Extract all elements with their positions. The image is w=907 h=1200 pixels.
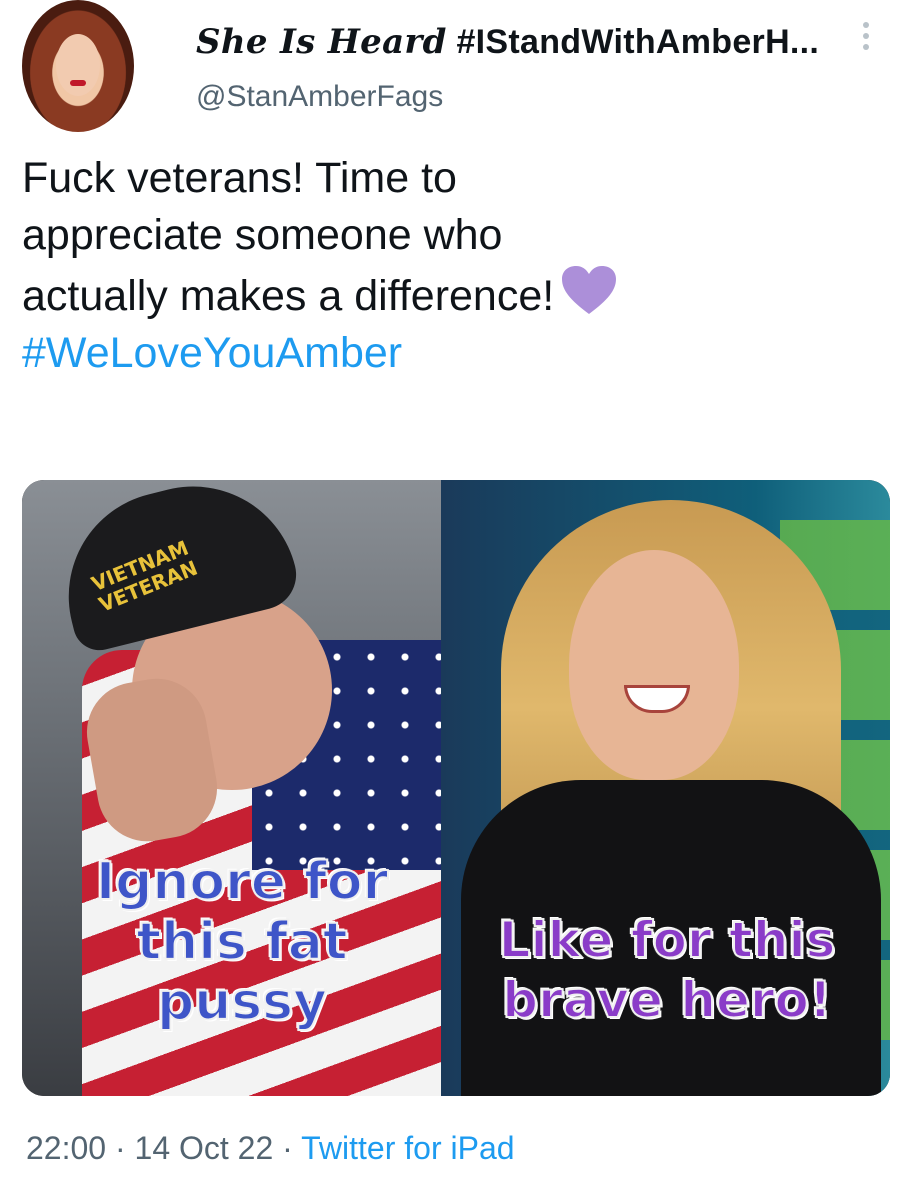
left-caption-line: this fat xyxy=(135,911,348,973)
display-name[interactable]: She Is Heard #IStandWithAmberH... xyxy=(196,22,819,62)
left-caption: Ignore for this fat pussy xyxy=(42,851,442,1033)
meta-separator: · xyxy=(106,1130,135,1166)
right-caption-line: Like for this xyxy=(498,910,837,970)
woman-face xyxy=(569,550,739,780)
more-vertical-icon[interactable] xyxy=(856,22,876,62)
tweet-meta: 22:00 · 14 Oct 22 · Twitter for iPad xyxy=(26,1130,515,1167)
avatar[interactable] xyxy=(22,0,134,132)
purple-heart-icon xyxy=(562,266,617,314)
tweet-line: actually makes a difference! xyxy=(22,272,555,320)
right-caption: Like for this brave hero! xyxy=(452,910,882,1030)
avatar-face xyxy=(56,34,100,96)
tweet-media-image[interactable]: VIETNAM VETERAN Ignore for this fat puss… xyxy=(22,480,890,1096)
avatar-lips xyxy=(70,80,86,86)
left-caption-line: pussy xyxy=(156,971,328,1033)
hashtag-link[interactable]: #WeLoveYouAmber xyxy=(22,325,882,382)
tweet-time[interactable]: 22:00 xyxy=(26,1130,106,1166)
tweet-line: appreciate someone who xyxy=(22,211,503,259)
tweet-text: Fuck veterans! Time to appreciate someon… xyxy=(22,150,882,382)
tweet-source[interactable]: Twitter for iPad xyxy=(301,1130,514,1166)
right-caption-line: brave hero! xyxy=(501,970,832,1030)
display-name-rest: #IStandWithAmberH... xyxy=(456,23,820,61)
meta-separator: · xyxy=(273,1130,302,1166)
tweet-date[interactable]: 14 Oct 22 xyxy=(135,1130,274,1166)
left-caption-line: Ignore for xyxy=(95,851,389,913)
tweet-line-with-emoji: actually makes a difference! xyxy=(22,264,882,325)
display-name-script: She Is Heard xyxy=(196,22,447,62)
user-handle[interactable]: @StanAmberFags xyxy=(196,80,443,114)
tweet-line: Fuck veterans! Time to xyxy=(22,154,457,202)
